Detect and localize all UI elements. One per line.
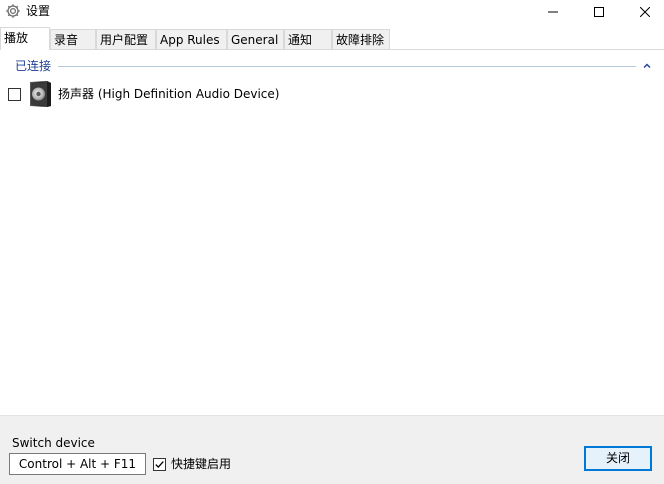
tab-playback[interactable]: 播放 xyxy=(0,27,50,50)
connected-group-header[interactable]: 已连接 xyxy=(0,56,664,76)
chevron-up-icon[interactable] xyxy=(641,60,653,72)
hotkey-enabled-checkbox[interactable] xyxy=(153,458,166,471)
gear-icon xyxy=(5,3,21,19)
hotkey-enabled-label: 快捷键启用 xyxy=(171,457,232,471)
switch-device-label: Switch device xyxy=(12,436,95,450)
checkmark-icon xyxy=(155,461,164,469)
device-checkbox[interactable] xyxy=(8,88,21,101)
minimize-icon xyxy=(548,11,558,13)
title-bar[interactable]: 设置 xyxy=(0,0,664,24)
maximize-button[interactable] xyxy=(576,0,622,24)
window-title: 设置 xyxy=(26,4,51,18)
bottom-panel: Switch device Control + Alt + F11 快捷键启用 … xyxy=(0,415,664,484)
group-title: 已连接 xyxy=(15,59,52,73)
tab-notifications[interactable]: 通知 xyxy=(284,29,332,49)
close-window-button[interactable] xyxy=(622,0,664,24)
hotkey-input[interactable]: Control + Alt + F11 xyxy=(9,453,146,475)
tab-app-rules[interactable]: App Rules xyxy=(156,29,227,49)
tab-profiles[interactable]: 用户配置 xyxy=(96,29,156,49)
tab-general[interactable]: General xyxy=(227,29,284,49)
device-name: 扬声器 (High Definition Audio Device) xyxy=(58,87,280,101)
minimize-button[interactable] xyxy=(530,0,576,24)
group-divider xyxy=(58,66,636,67)
speaker-icon xyxy=(27,80,53,108)
tab-recording[interactable]: 录音 xyxy=(50,29,96,49)
device-list-item[interactable]: 扬声器 (High Definition Audio Device) xyxy=(0,80,664,110)
settings-window: 设置 播放 录音 用户配置 App Rules General 通知 故障排除 … xyxy=(0,0,664,484)
maximize-icon xyxy=(594,7,604,17)
close-button[interactable]: 关闭 xyxy=(584,446,652,471)
tab-troubleshooting[interactable]: 故障排除 xyxy=(332,29,390,49)
close-icon xyxy=(640,7,650,17)
